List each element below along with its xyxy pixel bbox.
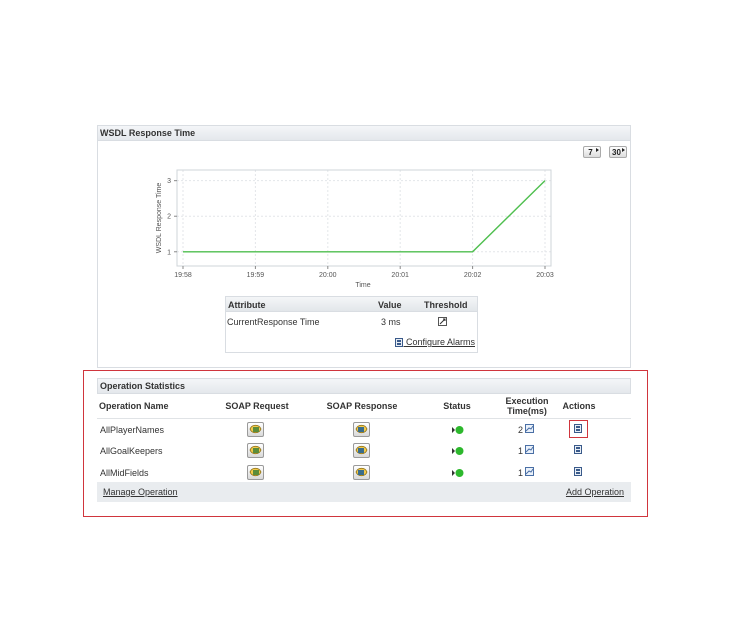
table-row: CurrentResponse Time 3 ms [226,312,477,330]
x-tick-label: 20:00 [319,272,337,279]
header-soap-request: SOAP Request [225,401,289,411]
attribute-table: Attribute Value Threshold CurrentRespons… [225,296,478,353]
execution-graph-icon[interactable] [525,445,534,454]
y-tick-label: 1 [167,249,171,256]
configure-action-icon[interactable] [574,467,582,476]
table-row: AllGoalKeepers 1 [97,441,631,463]
x-axis-label: Time [355,282,370,289]
status-up-icon [452,469,464,477]
operations-footer: Manage Operation Add Operation [97,482,631,502]
y-axis-label: WSDL Response Time [156,183,163,254]
header-actions: Actions [562,401,596,411]
soap-response-button[interactable] [353,465,370,480]
y-tick-label: 3 [167,178,171,185]
attribute-value: 3 ms [381,317,401,327]
header-execution-time: Execution Time(ms) [497,396,557,416]
selected-action-highlight [569,420,588,438]
operation-statistics-title: Operation Statistics [97,378,631,394]
status-up-icon [452,447,464,455]
header-status: Status [443,401,471,411]
edit-threshold-icon[interactable] [438,316,447,327]
x-tick-label: 19:58 [174,272,192,279]
wsdl-response-panel: WSDL Response Time 7 30 123 19:58 19:59 20… [97,125,631,368]
operation-name: AllMidFields [100,468,149,478]
soap-request-icon [249,445,262,455]
configure-action-icon[interactable] [574,445,582,454]
header-soap-response: SOAP Response [326,401,398,411]
attribute-name: CurrentResponse Time [227,317,320,327]
execution-graph-icon[interactable] [525,467,534,476]
configure-alarms-label: Configure Alarms [405,337,475,347]
soap-response-icon [355,424,368,434]
header-attribute: Attribute [228,300,266,310]
soap-response-icon [355,445,368,455]
add-operation-link[interactable]: Add Operation [566,487,624,497]
operation-name: AllGoalKeepers [100,446,163,456]
execution-time: 1 [518,446,524,456]
header-execution-line2: Time(ms) [507,406,547,416]
soap-request-button[interactable] [247,422,264,437]
x-tick-label: 19:59 [247,272,265,279]
operation-name: AllPlayerNames [100,425,165,435]
configure-alarms-link[interactable]: Configure Alarms [395,337,475,348]
soap-request-button[interactable] [247,443,264,458]
manage-operation-link[interactable]: Manage Operation [103,487,178,497]
x-axis-ticks: 19:58 19:59 20:00 20:01 20:02 20:03 [174,266,554,279]
x-tick-label: 20:02 [464,272,482,279]
y-tick-label: 2 [167,214,171,221]
execution-time: 2 [518,425,524,435]
soap-response-icon [355,467,368,477]
edit-icon [438,317,447,327]
header-operation-name: Operation Name [99,401,169,411]
operations-table-header: Operation Name SOAP Request SOAP Respons… [97,394,631,419]
alarm-icon [395,338,404,348]
execution-graph-icon[interactable] [525,424,534,433]
y-axis-ticks: 1 2 3 [167,178,177,256]
soap-request-icon [249,467,262,477]
status-up-icon [452,426,464,434]
operation-statistics-panel: Operation Statistics Operation Name SOAP… [97,378,631,502]
x-tick-label: 20:01 [391,272,409,279]
soap-request-button[interactable] [247,465,264,480]
x-tick-label: 20:03 [536,272,554,279]
soap-response-button[interactable] [353,422,370,437]
header-threshold: Threshold [424,300,468,310]
table-row: AllPlayerNames 2 [97,419,631,441]
header-execution-line1: Execution [505,396,549,406]
soap-request-icon [249,424,262,434]
header-value: Value [378,300,402,310]
soap-response-button[interactable] [353,443,370,458]
attribute-table-header: Attribute Value Threshold [226,297,477,312]
execution-time: 1 [518,468,524,478]
